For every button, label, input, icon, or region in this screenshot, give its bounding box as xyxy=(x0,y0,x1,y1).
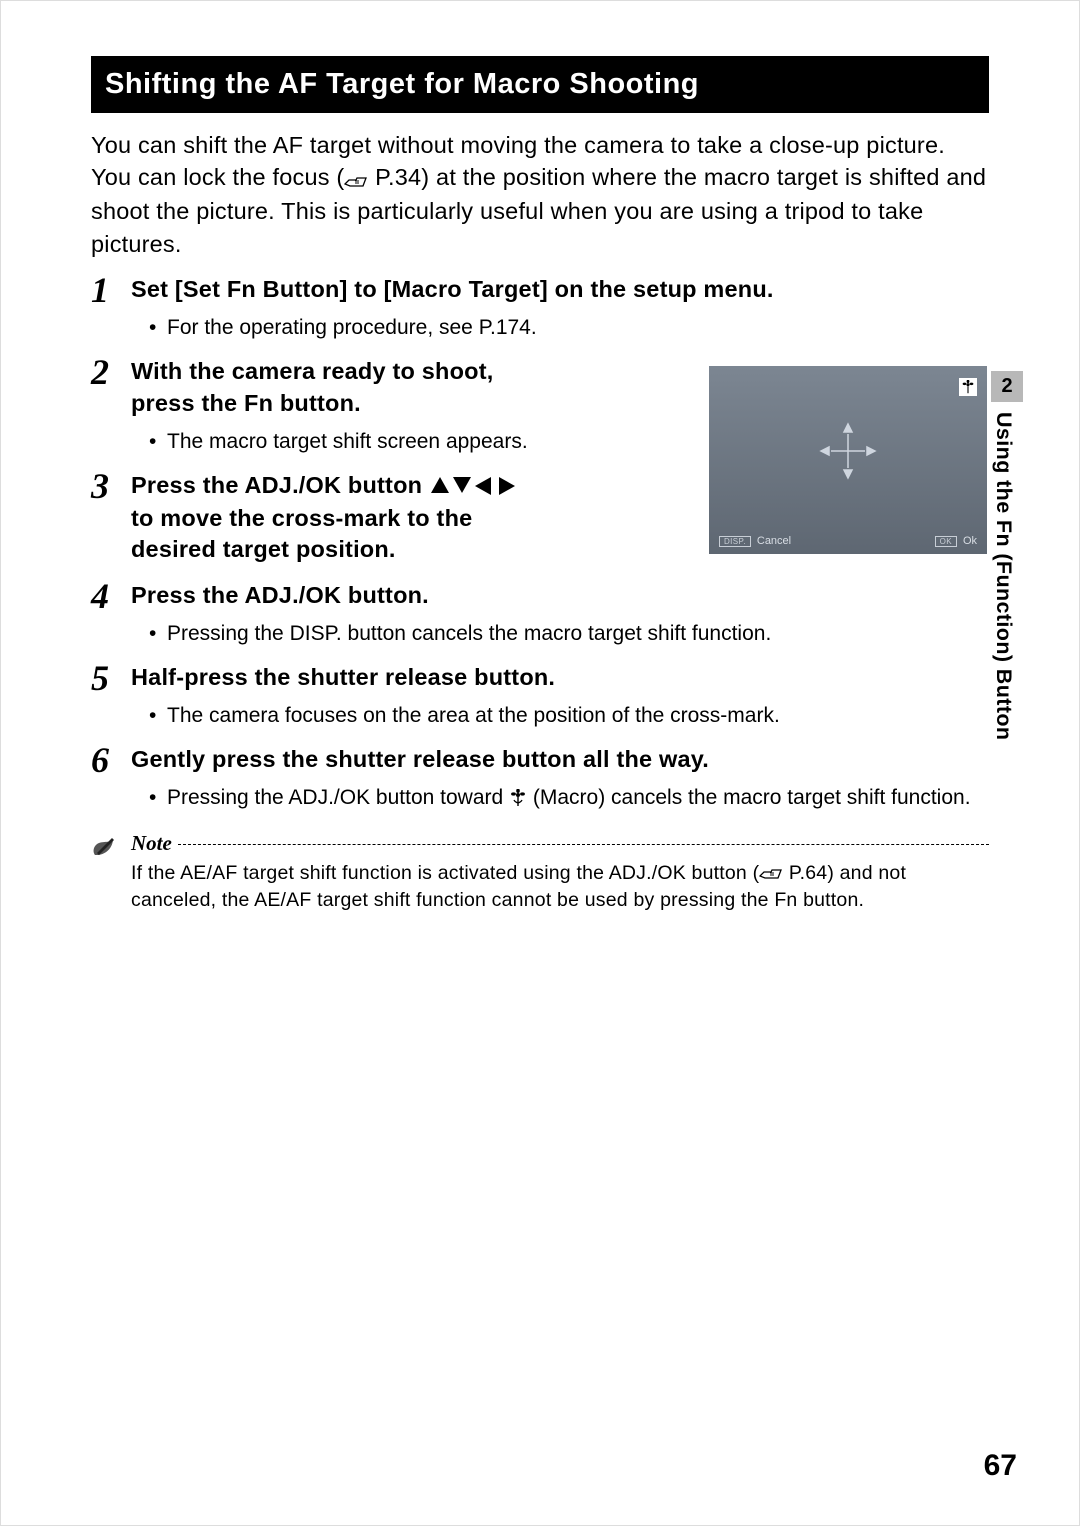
step-number-5: 5 xyxy=(91,660,131,696)
screenshot-status-bar: DISP. Cancel OK Ok xyxy=(709,528,987,554)
step-1-title: Set [Set Fn Button] to [Macro Target] on… xyxy=(131,274,989,306)
step-6-bullet-post: (Macro) cancels the macro target shift f… xyxy=(527,786,971,809)
macro-mode-icon xyxy=(959,378,977,396)
section-title: Shifting the AF Target for Macro Shootin… xyxy=(91,56,989,113)
step-6: 6 Gently press the shutter release butto… xyxy=(91,744,989,818)
intro-paragraph: You can shift the AF target without movi… xyxy=(91,129,989,260)
step-4-bullet: Pressing the DISP. button cancels the ma… xyxy=(149,620,989,648)
step-3-title-pre: Press the ADJ./OK button xyxy=(131,472,429,498)
manual-page: Shifting the AF Target for Macro Shootin… xyxy=(0,0,1080,1526)
cancel-label: Cancel xyxy=(757,535,791,547)
step-5: 5 Half-press the shutter release button.… xyxy=(91,662,989,736)
reference-icon xyxy=(344,163,368,195)
chapter-number: 2 xyxy=(991,371,1023,402)
step-number-1: 1 xyxy=(91,272,131,308)
intro-ref: P.34 xyxy=(368,164,421,190)
macro-flower-icon xyxy=(509,784,527,812)
disp-keycap: DISP. xyxy=(719,536,751,547)
step-6-bullet-pre: Pressing the ADJ./OK button toward xyxy=(167,786,509,809)
step-1: 1 Set [Set Fn Button] to [Macro Target] … xyxy=(91,274,989,348)
step-number-2: 2 xyxy=(91,354,131,390)
page-number: 67 xyxy=(984,1449,1017,1483)
note-divider xyxy=(178,844,989,845)
step-4: 4 Press the ADJ./OK button. Pressing the… xyxy=(91,580,989,654)
step-2-bullet: The macro target shift screen appears. xyxy=(149,428,541,456)
side-tab: 2 Using the Fn (Function) Button xyxy=(991,371,1023,740)
step-2-title: With the camera ready to shoot, press th… xyxy=(131,356,541,419)
ok-keycap: OK xyxy=(935,536,957,547)
note-block: Note If the AE/AF target shift function … xyxy=(91,831,989,914)
lcd-screenshot: DISP. Cancel OK Ok xyxy=(709,366,987,554)
note-ref: P.64 xyxy=(783,862,827,884)
dpad-arrows-icon xyxy=(429,471,517,503)
step-4-title: Press the ADJ./OK button. xyxy=(131,580,989,612)
step-number-6: 6 xyxy=(91,742,131,778)
note-pencil-icon xyxy=(91,831,131,864)
step-3-title-post: to move the cross-mark to the desired ta… xyxy=(131,505,472,563)
step-3-title: Press the ADJ./OK button to move the cro… xyxy=(131,470,541,566)
ok-label: Ok xyxy=(963,535,977,547)
reference-icon xyxy=(759,860,783,887)
crosshair-icon xyxy=(813,416,883,486)
note-label: Note xyxy=(131,831,172,856)
note-text-pre: If the AE/AF target shift function is ac… xyxy=(131,862,759,884)
step-5-bullet: The camera focuses on the area at the po… xyxy=(149,702,989,730)
step-number-3: 3 xyxy=(91,468,131,504)
note-text: If the AE/AF target shift function is ac… xyxy=(131,860,989,914)
step-5-title: Half-press the shutter release button. xyxy=(131,662,989,694)
step-1-bullet: For the operating procedure, see P.174. xyxy=(149,314,989,342)
step-number-4: 4 xyxy=(91,578,131,614)
step-6-title: Gently press the shutter release button … xyxy=(131,744,989,776)
step-6-bullet: Pressing the ADJ./OK button toward (Macr… xyxy=(149,784,989,813)
chapter-title: Using the Fn (Function) Button xyxy=(991,402,1019,740)
